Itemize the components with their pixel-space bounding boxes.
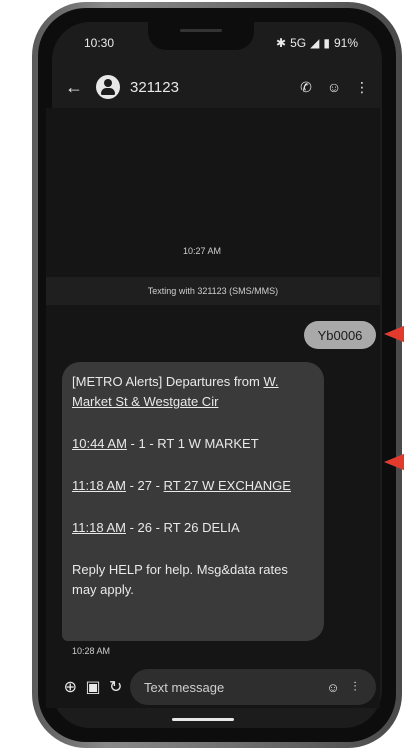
texting-with-banner: Texting with 321123 (SMS/MMS): [46, 277, 380, 305]
status-bar: 10:30 ✱ 5G ◢ ▮ 91%: [84, 34, 358, 52]
battery-level: 91%: [333, 36, 358, 50]
outgoing-message-text: Yb0006: [317, 327, 363, 343]
departure-line-3: 11:18 AM - 26 - RT 26 DELIA: [72, 520, 240, 535]
message-field[interactable]: ☺ ⫶: [130, 669, 377, 705]
alert-footer: Reply HELP for help. Msg&data rates may …: [72, 562, 288, 597]
outgoing-message-bubble[interactable]: Yb0006: [304, 321, 376, 349]
departure-line-2: 11:18 AM - 27 - RT 27 W EXCHANGE: [72, 478, 291, 493]
add-attachment-icon[interactable]: ⊕: [62, 677, 79, 697]
texting-with-label: Texting with 321123 (SMS/MMS): [147, 286, 279, 296]
voice-icon[interactable]: ⫶: [344, 679, 366, 695]
gallery-icon[interactable]: ▣: [85, 677, 102, 697]
time-link[interactable]: 10:44 AM: [72, 436, 127, 451]
home-indicator[interactable]: [172, 718, 234, 721]
route-link[interactable]: RT 27 W EXCHANGE: [164, 478, 291, 493]
network-label: 5G: [290, 36, 307, 50]
emoji-icon[interactable]: ☺: [322, 680, 344, 695]
time-link[interactable]: 11:18 AM: [72, 478, 126, 493]
compose-bar: ⊕ ▣ ↻ ☺ ⫶: [62, 667, 377, 707]
back-arrow-icon[interactable]: ←: [62, 77, 86, 98]
message-input[interactable]: [142, 678, 323, 696]
phone-call-icon[interactable]: ✆: [292, 79, 320, 96]
contact-name[interactable]: 321123: [130, 79, 292, 96]
time-link[interactable]: 11:18 AM: [72, 520, 126, 535]
battery-icon: ▮: [323, 36, 330, 50]
alert-intro: [METRO Alerts] Departures from W. Market…: [72, 374, 279, 409]
status-time: 10:30: [84, 36, 115, 50]
contact-avatar-icon[interactable]: [96, 75, 120, 99]
bluetooth-icon: ✱: [276, 36, 287, 50]
pointer-arrow-icon: [384, 325, 404, 343]
signal-icon: ◢: [310, 36, 320, 50]
message-timestamp: 10:28 AM: [72, 646, 111, 656]
incoming-message-bubble[interactable]: [METRO Alerts] Departures from W. Market…: [62, 362, 324, 641]
quick-reply-icon[interactable]: ↻: [107, 677, 124, 697]
add-person-icon[interactable]: ☺: [320, 79, 348, 95]
pointer-arrow-icon: [384, 453, 404, 471]
message-timestamp: 10:27 AM: [182, 246, 222, 256]
app-bar: ← 321123 ✆ ☺ ⋮: [62, 70, 376, 104]
departure-line-1: 10:44 AM - 1 - RT 1 W MARKET: [72, 436, 259, 451]
more-options-icon[interactable]: ⋮: [348, 79, 376, 96]
status-indicators: ✱ 5G ◢ ▮ 91%: [276, 36, 358, 50]
